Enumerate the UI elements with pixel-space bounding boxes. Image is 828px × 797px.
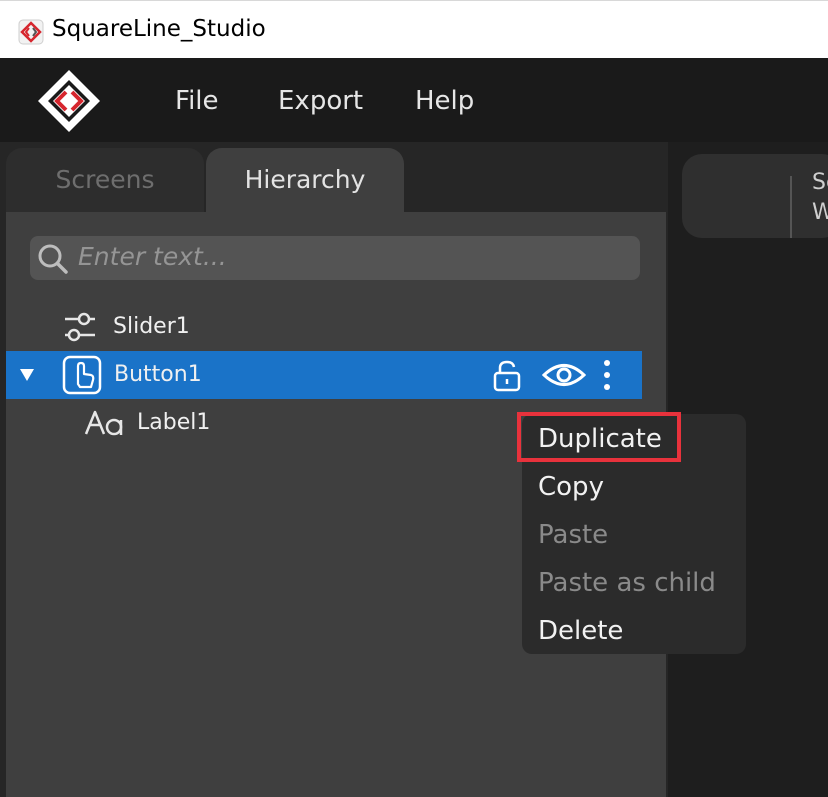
menu-bar: File Export Help — [0, 58, 828, 142]
menu-item-paste[interactable]: Paste — [538, 520, 608, 550]
eye-icon[interactable] — [542, 360, 586, 390]
menu-file[interactable]: File — [175, 86, 219, 116]
app-logo-icon — [18, 19, 44, 45]
tree-item-slider1[interactable]: Slider1 — [6, 303, 642, 351]
search-input[interactable]: Enter text... — [30, 236, 640, 280]
tab-hierarchy[interactable]: Hierarchy — [206, 148, 404, 212]
squareline-logo-icon — [38, 70, 100, 132]
unlock-icon[interactable] — [492, 360, 522, 392]
search-icon — [38, 244, 68, 274]
expand-triangle-icon[interactable] — [18, 367, 36, 383]
tree-item-label: Label1 — [137, 410, 211, 435]
duplicate-highlight-box — [517, 412, 681, 462]
toolbar-divider — [790, 176, 792, 238]
screen-toolbar: Scr Wi — [682, 154, 828, 238]
toolbar-text-line2: Wi — [812, 200, 828, 225]
window-title-bar: SquareLine_Studio — [0, 0, 828, 58]
menu-export[interactable]: Export — [278, 86, 363, 116]
button-icon — [62, 355, 102, 395]
menu-help[interactable]: Help — [415, 86, 474, 116]
label-aa-icon — [84, 410, 123, 436]
tree-item-button1[interactable]: Button1 — [6, 351, 642, 399]
window-title: SquareLine_Studio — [52, 16, 266, 42]
search-placeholder: Enter text... — [78, 242, 227, 271]
tab-screens[interactable]: Screens — [6, 148, 204, 212]
menu-item-delete[interactable]: Delete — [538, 616, 623, 646]
tree-item-label: Button1 — [114, 362, 202, 387]
slider-icon — [65, 312, 95, 342]
menu-item-paste-as-child[interactable]: Paste as child — [538, 568, 716, 598]
toolbar-text-line1: Scr — [812, 170, 828, 195]
tree-item-label: Slider1 — [113, 314, 190, 339]
menu-item-copy[interactable]: Copy — [538, 472, 604, 502]
more-vertical-icon[interactable] — [602, 359, 612, 391]
